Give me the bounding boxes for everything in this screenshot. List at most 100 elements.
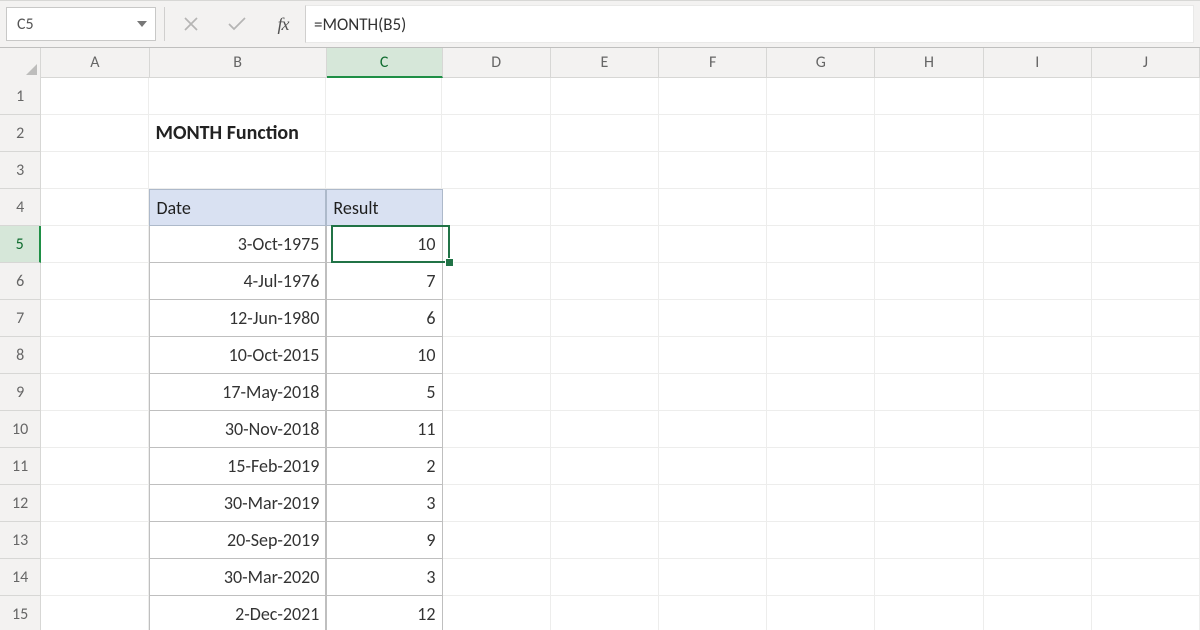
cell-F4[interactable] <box>659 189 767 226</box>
cell-B4[interactable]: Date <box>149 189 326 226</box>
cell-E2[interactable] <box>551 115 659 152</box>
cell-H10[interactable] <box>875 411 983 448</box>
cell-C1[interactable] <box>326 78 442 115</box>
cell-D4[interactable] <box>443 189 551 226</box>
cell-G9[interactable] <box>767 374 875 411</box>
cell-A1[interactable] <box>41 78 149 115</box>
column-header-D[interactable]: D <box>443 48 551 77</box>
column-header-C[interactable]: C <box>327 48 443 78</box>
cell-F3[interactable] <box>659 152 767 189</box>
cell-A4[interactable] <box>41 189 149 226</box>
cell-H9[interactable] <box>875 374 983 411</box>
cell-H5[interactable] <box>875 226 983 263</box>
cell-J13[interactable] <box>1092 522 1200 559</box>
cell-B12[interactable]: 30-Mar-2019 <box>149 485 326 522</box>
cell-I3[interactable] <box>984 152 1092 189</box>
cell-F14[interactable] <box>659 559 767 596</box>
cell-B3[interactable] <box>149 152 326 189</box>
cell-B10[interactable]: 30-Nov-2018 <box>149 411 326 448</box>
cell-E4[interactable] <box>551 189 659 226</box>
cell-E13[interactable] <box>551 522 659 559</box>
cell-H6[interactable] <box>875 263 983 300</box>
cell-H1[interactable] <box>875 78 983 115</box>
cell-A2[interactable] <box>41 115 149 152</box>
cell-F15[interactable] <box>659 596 767 630</box>
cell-I9[interactable] <box>984 374 1092 411</box>
cell-C4[interactable]: Result <box>326 189 442 226</box>
cell-C7[interactable]: 6 <box>326 300 442 337</box>
cell-F10[interactable] <box>659 411 767 448</box>
cell-A3[interactable] <box>41 152 149 189</box>
row-header-8[interactable]: 8 <box>0 337 41 374</box>
cell-H13[interactable] <box>875 522 983 559</box>
row-header-2[interactable]: 2 <box>0 115 41 152</box>
cell-E15[interactable] <box>551 596 659 630</box>
cell-I11[interactable] <box>984 448 1092 485</box>
row-header-15[interactable]: 15 <box>0 596 41 630</box>
row-header-9[interactable]: 9 <box>0 374 41 411</box>
worksheet-grid[interactable]: ABCDEFGHIJ 12MONTH Function34DateResult5… <box>0 48 1200 630</box>
cell-I1[interactable] <box>984 78 1092 115</box>
cell-C11[interactable]: 2 <box>326 448 442 485</box>
cell-E11[interactable] <box>551 448 659 485</box>
row-header-6[interactable]: 6 <box>0 263 41 300</box>
row-header-11[interactable]: 11 <box>0 448 41 485</box>
cell-D2[interactable] <box>442 115 550 152</box>
cell-F7[interactable] <box>659 300 767 337</box>
cell-F13[interactable] <box>659 522 767 559</box>
cell-G1[interactable] <box>767 78 875 115</box>
cell-J2[interactable] <box>1092 115 1200 152</box>
cell-D3[interactable] <box>442 152 550 189</box>
cell-I4[interactable] <box>984 189 1092 226</box>
row-header-10[interactable]: 10 <box>0 411 41 448</box>
cell-G4[interactable] <box>767 189 875 226</box>
cell-C3[interactable] <box>326 152 442 189</box>
cell-G13[interactable] <box>767 522 875 559</box>
cell-J4[interactable] <box>1092 189 1200 226</box>
cell-H12[interactable] <box>875 485 983 522</box>
cell-D7[interactable] <box>443 300 551 337</box>
cancel-button[interactable] <box>179 12 203 36</box>
cell-A9[interactable] <box>41 374 149 411</box>
cell-E12[interactable] <box>551 485 659 522</box>
cell-B5[interactable]: 3-Oct-1975 <box>149 226 326 263</box>
cell-F8[interactable] <box>659 337 767 374</box>
cell-I2[interactable] <box>984 115 1092 152</box>
cell-G6[interactable] <box>767 263 875 300</box>
cell-J11[interactable] <box>1092 448 1200 485</box>
cell-G10[interactable] <box>767 411 875 448</box>
cell-I14[interactable] <box>984 559 1092 596</box>
cell-H14[interactable] <box>875 559 983 596</box>
cell-A15[interactable] <box>41 596 149 630</box>
cell-F1[interactable] <box>659 78 767 115</box>
cell-E1[interactable] <box>551 78 659 115</box>
cell-H7[interactable] <box>875 300 983 337</box>
cell-C6[interactable]: 7 <box>326 263 442 300</box>
cell-B14[interactable]: 30-Mar-2020 <box>149 559 326 596</box>
cell-H3[interactable] <box>875 152 983 189</box>
cell-F11[interactable] <box>659 448 767 485</box>
cell-G11[interactable] <box>767 448 875 485</box>
cell-D15[interactable] <box>443 596 551 630</box>
cell-A7[interactable] <box>41 300 149 337</box>
cell-J6[interactable] <box>1092 263 1200 300</box>
column-header-E[interactable]: E <box>551 48 659 77</box>
cell-J8[interactable] <box>1092 337 1200 374</box>
cell-F2[interactable] <box>659 115 767 152</box>
cell-F6[interactable] <box>659 263 767 300</box>
cell-G14[interactable] <box>767 559 875 596</box>
cell-I6[interactable] <box>984 263 1092 300</box>
cell-A11[interactable] <box>41 448 149 485</box>
column-header-H[interactable]: H <box>875 48 983 77</box>
cell-F5[interactable] <box>659 226 767 263</box>
cell-C8[interactable]: 10 <box>326 337 442 374</box>
cell-I10[interactable] <box>984 411 1092 448</box>
cell-B6[interactable]: 4-Jul-1976 <box>149 263 326 300</box>
row-header-3[interactable]: 3 <box>0 152 41 189</box>
cell-E6[interactable] <box>551 263 659 300</box>
column-header-I[interactable]: I <box>984 48 1092 77</box>
chevron-down-icon[interactable] <box>137 21 147 27</box>
cell-D5[interactable] <box>443 226 551 263</box>
cell-B1[interactable] <box>149 78 326 115</box>
cell-I12[interactable] <box>984 485 1092 522</box>
